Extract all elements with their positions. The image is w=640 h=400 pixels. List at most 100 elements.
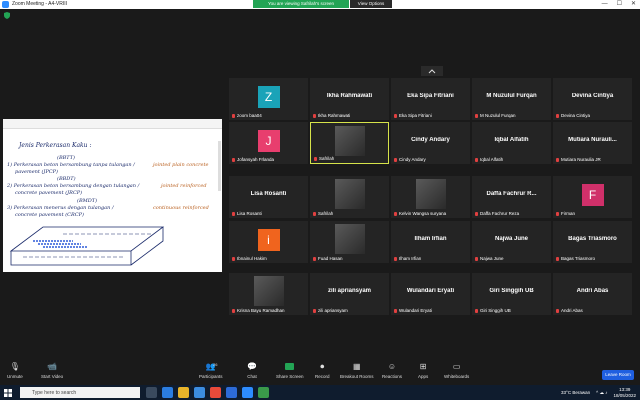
mic-muted-icon <box>394 211 397 216</box>
participants-button[interactable]: 👥 26 Participants <box>199 362 223 379</box>
chrome-icon[interactable] <box>210 387 221 398</box>
participant-tile[interactable]: M Nuzulul Furqan M Nuzulul Furqan <box>472 78 551 120</box>
gallery-scroll-up-button[interactable] <box>421 66 443 76</box>
participant-tile[interactable]: Fuad Hasan <box>310 221 389 263</box>
participant-label: Devina Cintiya <box>556 113 590 118</box>
participant-tile[interactable]: Bagas Triasmoro Bagas Triasmoro <box>553 221 632 263</box>
whiteboard-line: 1) Perkerasan beton bersambung tanpa tul… <box>7 162 135 168</box>
mic-muted-icon <box>556 211 559 216</box>
participant-label-text: Safrilah <box>318 211 334 216</box>
security-shield-icon[interactable] <box>4 12 10 19</box>
whiteboard-highlight: jointed reinforced <box>161 183 207 189</box>
tray-icons[interactable]: ^ ☁ ♪ <box>596 390 607 396</box>
record-button[interactable]: ⏺ Record <box>315 362 330 380</box>
participant-label: Krisna Bayu Ramadhan <box>232 308 285 313</box>
participant-tile[interactable]: Kelvin Wangsa suryana <box>391 176 470 218</box>
participant-name: Eka Sipa Fitriani <box>407 93 454 99</box>
participant-label-text: Wulandari Eryati <box>399 308 432 313</box>
participant-photo <box>334 224 365 254</box>
close-icon[interactable]: ✕ <box>631 0 636 9</box>
minimize-icon[interactable]: — <box>602 0 608 9</box>
participant-label: Kelvin Wangsa suryana <box>394 211 446 216</box>
whiteboard-highlight: continuous reinforced <box>153 205 209 211</box>
system-tray: 33°C Berawan ^ ☁ ♪ 13:39 18/05/2022 <box>561 387 636 398</box>
whiteboards-button[interactable]: ▭ Whiteboards <box>444 362 469 379</box>
participant-tile[interactable]: Safrilah <box>310 122 389 164</box>
participant-label-text: Ibnainul Hakim <box>237 256 267 261</box>
mic-muted-icon <box>556 256 559 261</box>
mic-muted-icon <box>475 157 478 162</box>
reactions-button[interactable]: ☺ Reactions <box>382 362 402 379</box>
participant-tile[interactable]: Giri Singgih UB Giri Singgih UB <box>472 273 551 315</box>
participant-tile[interactable]: zili apriansyam zili apriansyam <box>310 273 389 315</box>
participant-name: Najwa June <box>494 236 528 242</box>
participant-label: Jofansyah Frlanda <box>232 157 274 162</box>
windows-start-icon[interactable] <box>4 389 12 397</box>
participant-tile[interactable]: Wulandari Eryati Wulandari Eryati <box>391 273 470 315</box>
taskbar-search-box[interactable]: Type here to search <box>20 387 140 398</box>
participant-name: Bagas Triasmoro <box>568 236 617 242</box>
participant-tile[interactable]: Safrilah <box>310 176 389 218</box>
participant-name: Giri Singgih UB <box>489 288 534 294</box>
whiteboard-line: 2) Perkerasan beton bersambung dengan tu… <box>7 183 140 189</box>
participant-tile[interactable]: Iqbal Alfatih Iqbal Alfatih <box>472 122 551 164</box>
zoom-taskbar-icon[interactable] <box>242 387 253 398</box>
participant-name: Ikha Rahmawati <box>326 93 373 99</box>
chat-button[interactable]: 💬 Chat <box>247 362 257 379</box>
participant-name: Cindy Andary <box>411 137 450 143</box>
participant-tile[interactable]: Mutiara Nurauli... Mutiara Nuraulia JR <box>553 122 632 164</box>
word-icon[interactable] <box>226 387 237 398</box>
participant-tile[interactable]: Cindy Andary Cindy Andary <box>391 122 470 164</box>
participant-label: Iqbal Alfatih <box>475 157 503 162</box>
participant-label-text: Daffa Fachrur Reza <box>480 211 520 216</box>
participant-label-text: Andri Abas <box>561 308 583 313</box>
participant-tile[interactable]: J Jofansyah Frlanda <box>229 122 308 164</box>
unmute-button[interactable]: 🎙 Unmute <box>7 362 23 379</box>
participant-tile[interactable]: Ilham Irfian Ilham Irfian <box>391 221 470 263</box>
participant-tile[interactable]: Daffa Fachrur R... Daffa Fachrur Reza <box>472 176 551 218</box>
edge-icon[interactable] <box>162 387 173 398</box>
participant-tile[interactable]: Zzoom baa04 <box>229 78 308 120</box>
participant-tile[interactable]: i Ibnainul Hakim <box>229 221 308 263</box>
taskbar-apps <box>146 387 269 398</box>
share-screen-button[interactable]: Share Screen <box>276 362 304 379</box>
participant-label: Eka Sipa Fitriani <box>394 113 432 118</box>
video-off-icon: 📹 <box>47 362 58 371</box>
leave-room-button[interactable]: Leave Room <box>602 370 634 380</box>
apps-button[interactable]: ⊞ Apps <box>418 362 428 379</box>
file-explorer-icon[interactable] <box>178 387 189 398</box>
participant-label: Firman <box>556 211 575 216</box>
whiteboard-toolbar <box>3 119 222 129</box>
view-options-button[interactable]: View Options <box>350 0 392 8</box>
mic-muted-icon <box>394 308 397 313</box>
start-video-button[interactable]: 📹 Start Video <box>41 362 63 379</box>
apps-icon: ⊞ <box>419 362 427 371</box>
excel-icon[interactable] <box>258 387 269 398</box>
whiteboard-line: concrete pavement (JRCP) <box>15 190 83 196</box>
participant-tile[interactable]: Andri Abas Andri Abas <box>553 273 632 315</box>
participant-tile[interactable]: Krisna Bayu Ramadhan <box>229 273 308 315</box>
mic-muted-icon <box>232 157 235 162</box>
shared-screen: Jenis Perkerasan Kaku : (BBTT) 1) Perker… <box>3 119 222 272</box>
participant-label: zili apriansyam <box>313 308 348 313</box>
weather-widget[interactable]: 33°C Berawan <box>561 390 590 395</box>
task-view-icon[interactable] <box>146 387 157 398</box>
share-banner: You are viewing Safrilah's screen View O… <box>253 0 392 8</box>
maximize-icon[interactable]: ☐ <box>617 0 622 9</box>
breakout-rooms-button[interactable]: ▦ Breakout Rooms <box>340 362 374 379</box>
participant-tile[interactable]: Eka Sipa Fitriani Eka Sipa Fitriani <box>391 78 470 120</box>
clock[interactable]: 13:39 18/05/2022 <box>613 387 636 398</box>
participant-photo <box>334 126 365 156</box>
whiteboard-icon: ▭ <box>452 362 461 371</box>
participant-tile[interactable]: Ikha Rahmawati Ikha Rahmawati <box>310 78 389 120</box>
whiteboard-scrollbar[interactable] <box>218 141 221 191</box>
microphone-muted-icon: 🎙 <box>9 362 20 371</box>
participant-tile[interactable]: Najwa June Najwa June <box>472 221 551 263</box>
store-icon[interactable] <box>194 387 205 398</box>
mic-muted-icon <box>314 156 317 161</box>
participant-label-text: Safrilah <box>319 156 335 161</box>
participant-tile[interactable]: Devina Cintiya Devina Cintiya <box>553 78 632 120</box>
participant-tile[interactable]: Lisa Rosanti Lisa Rosanti <box>229 176 308 218</box>
participant-tile[interactable]: F Firman <box>553 176 632 218</box>
share-screen-icon <box>285 362 295 371</box>
